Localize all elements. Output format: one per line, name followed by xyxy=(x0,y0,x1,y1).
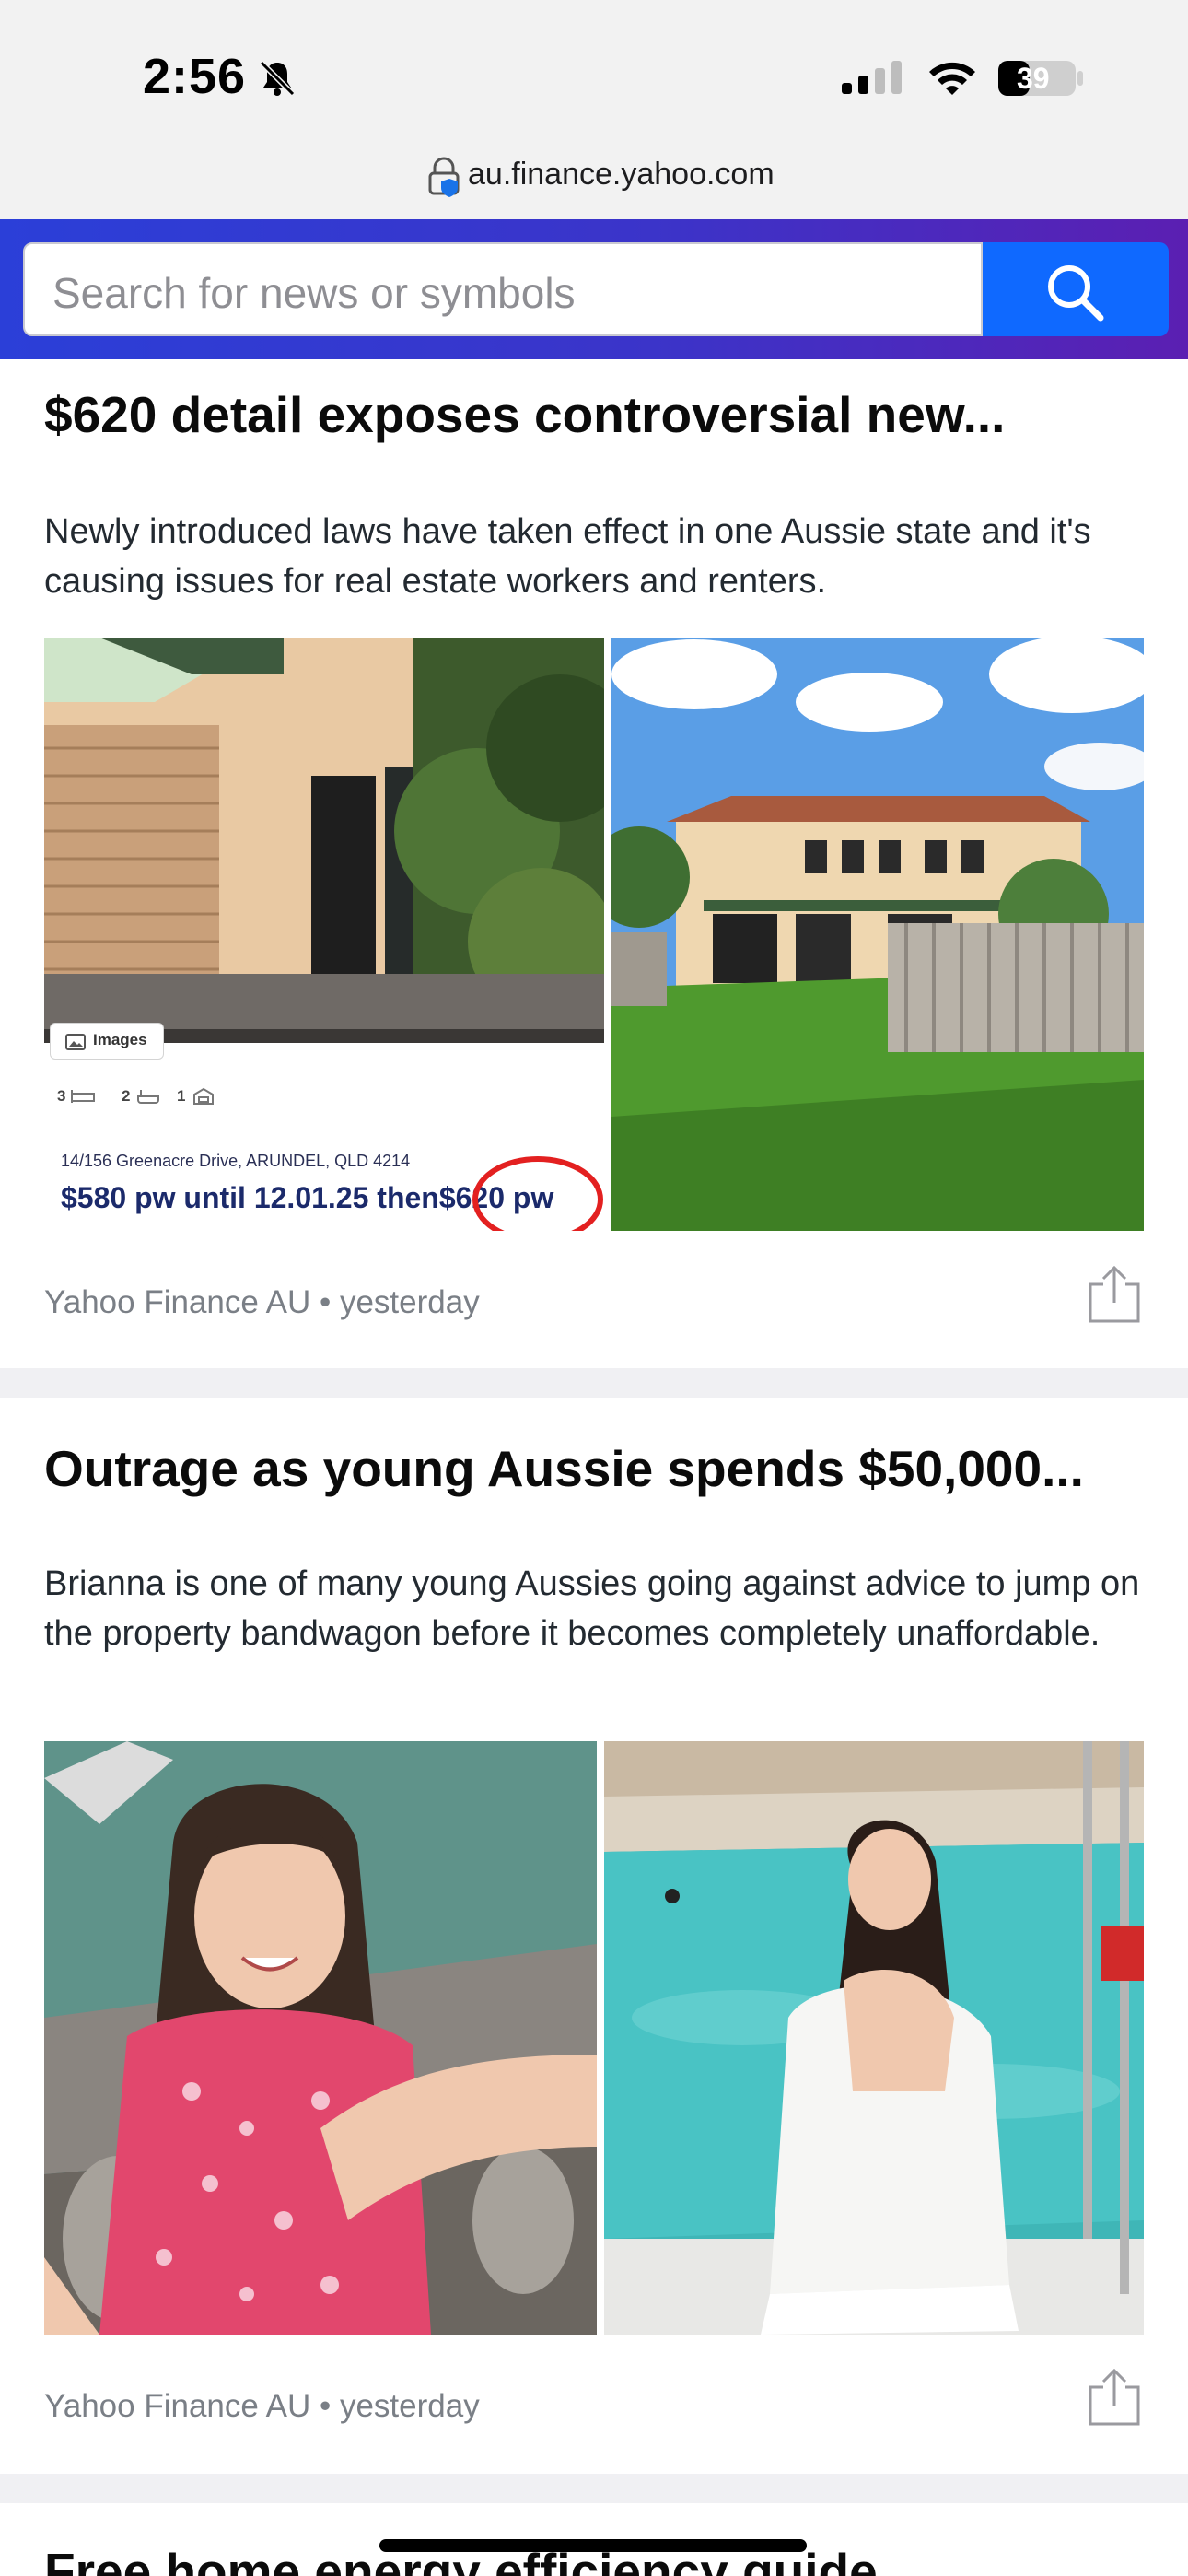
beds-count: 3 xyxy=(57,1087,66,1105)
article-time: yesterday xyxy=(339,2388,480,2424)
card-divider xyxy=(0,1368,1188,1398)
bath-icon xyxy=(137,1090,159,1104)
lock-icon xyxy=(428,157,460,197)
images-label: Images xyxy=(93,1031,147,1048)
red-circle-annotation xyxy=(472,1156,603,1231)
car-icon xyxy=(193,1087,214,1105)
article-image-boat[interactable] xyxy=(604,1741,1144,2335)
article-image-listing[interactable]: Images 3 2 1 14/156 Greenacre Drive, ARU… xyxy=(44,638,604,1231)
search-icon xyxy=(1048,265,1104,322)
meta-separator: • xyxy=(310,1284,340,1320)
status-time: 2:56 xyxy=(143,49,247,104)
article-time: yesterday xyxy=(339,1284,480,1320)
bell-slash-icon xyxy=(259,60,296,97)
search-button[interactable] xyxy=(983,242,1169,336)
images-badge[interactable]: Images xyxy=(50,1023,164,1060)
battery-icon: 39 xyxy=(996,57,1087,100)
share-icon[interactable] xyxy=(1085,1262,1144,1327)
search-placeholder: Search for news or symbols xyxy=(52,269,576,317)
article-image-selfie[interactable] xyxy=(44,1741,597,2335)
home-indicator[interactable] xyxy=(379,2539,807,2552)
browser-url[interactable]: au.finance.yahoo.com xyxy=(468,157,775,193)
share-icon[interactable] xyxy=(1085,2365,1144,2430)
battery-level: 39 xyxy=(1017,62,1050,95)
search-input[interactable]: Search for news or symbols xyxy=(23,242,983,336)
baths-count: 2 xyxy=(122,1087,131,1105)
article-summary: Brianna is one of many young Aussies goi… xyxy=(44,1564,1140,1653)
card-divider xyxy=(0,2474,1188,2503)
bed-icon xyxy=(71,1090,95,1103)
article-meta: Yahoo Finance AU • yesterday xyxy=(44,2388,480,2425)
article-source: Yahoo Finance AU xyxy=(44,2388,311,2424)
listing-address: 14/156 Greenacre Drive, ARUNDEL, QLD 421… xyxy=(61,1152,411,1170)
meta-separator: • xyxy=(310,2388,340,2424)
article-source: Yahoo Finance AU xyxy=(44,1284,311,1320)
cars-count: 1 xyxy=(177,1087,186,1105)
image-icon xyxy=(65,1034,86,1050)
article-headline[interactable]: Outrage as young Aussie spends $50,000..… xyxy=(44,1439,1084,1498)
article-meta: Yahoo Finance AU • yesterday xyxy=(44,1284,480,1321)
signal-icon xyxy=(842,61,902,94)
article-summary: Newly introduced laws have taken effect … xyxy=(44,512,1091,601)
wifi-icon xyxy=(929,62,975,95)
price-text: $580 pw until 12.01.25 then xyxy=(61,1181,439,1214)
article-headline[interactable]: $620 detail exposes controversial new... xyxy=(44,385,1005,444)
article-image-house[interactable] xyxy=(611,638,1144,1231)
